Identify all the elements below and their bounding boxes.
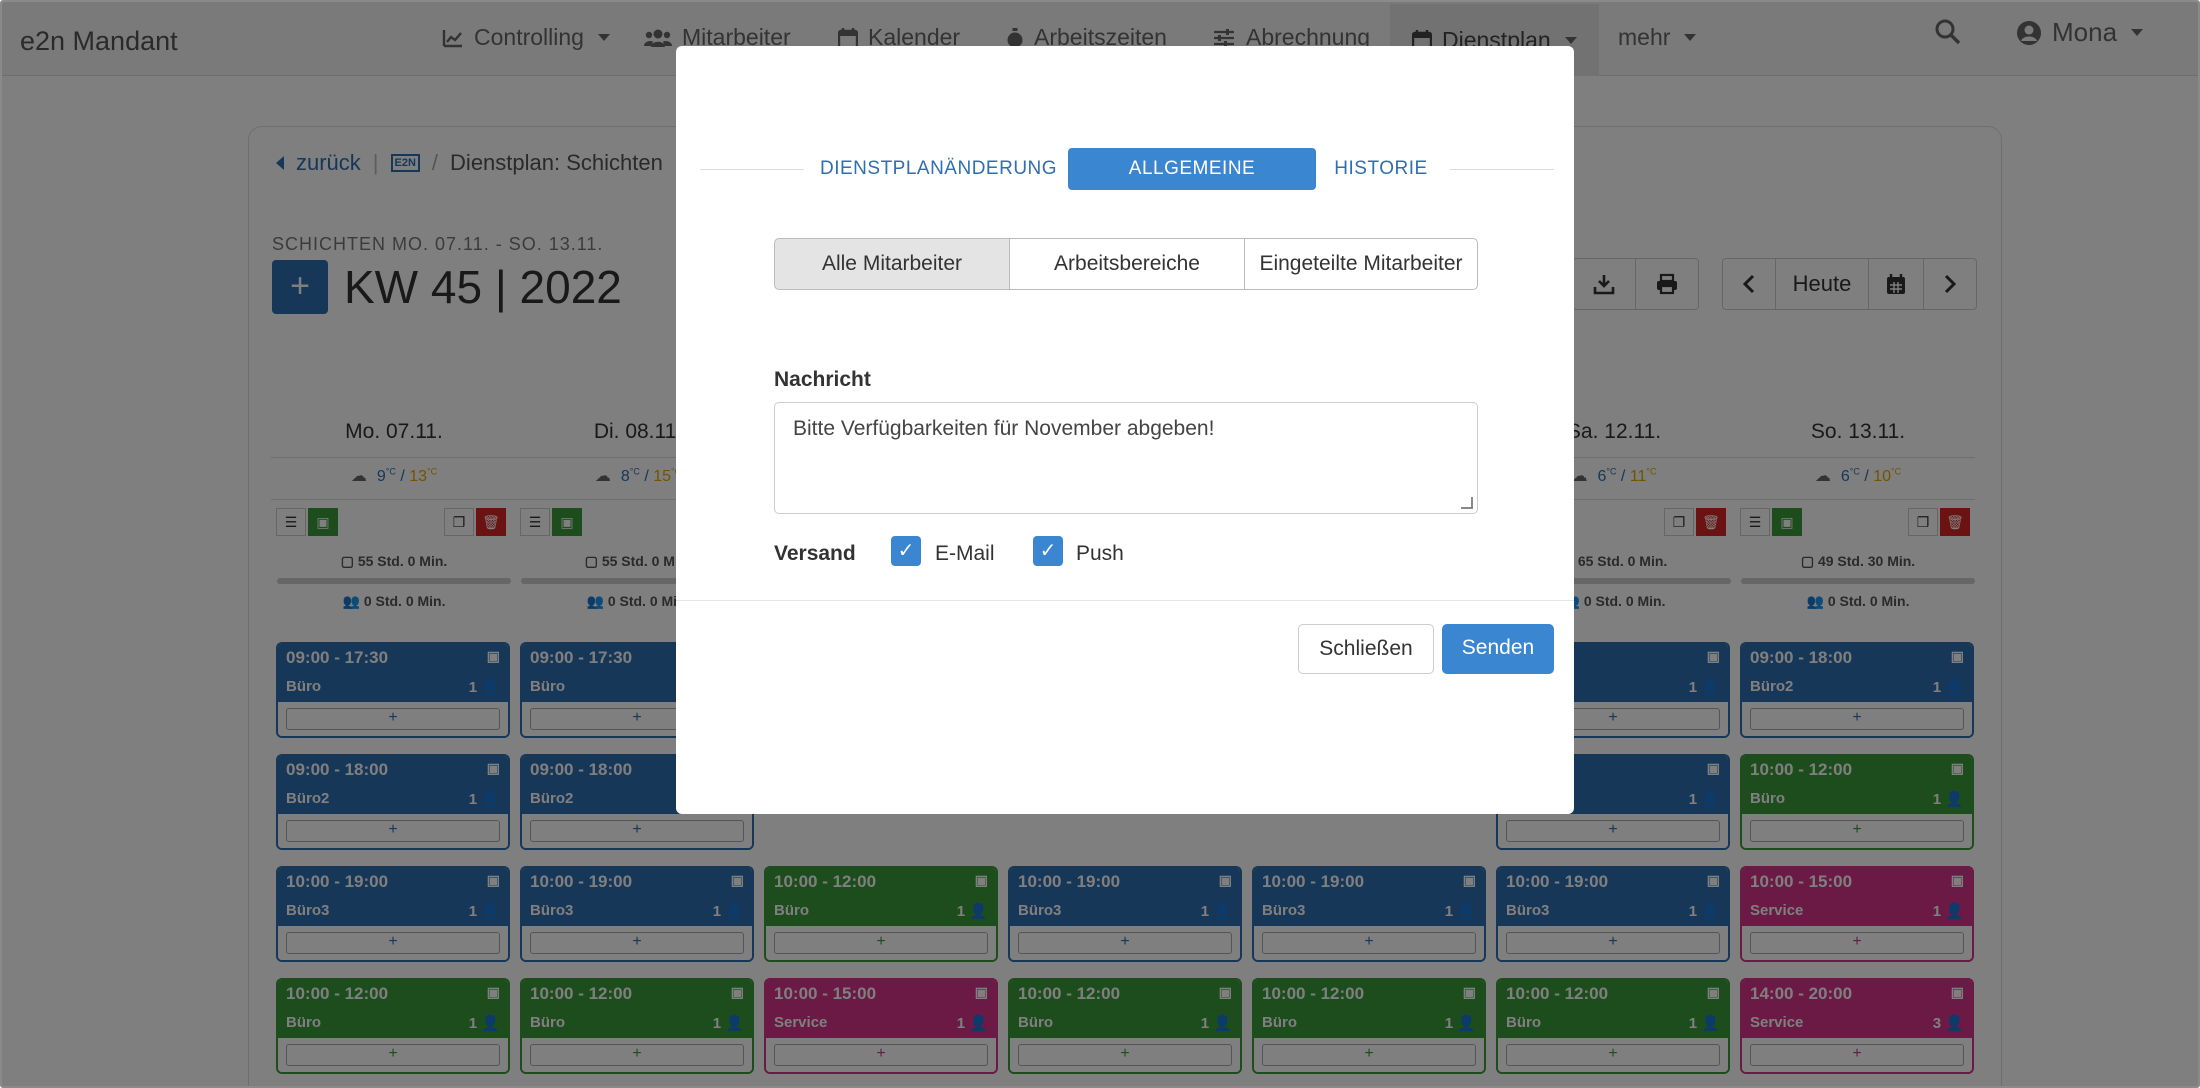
- segment-eingeteilte-mitarbeiter[interactable]: Eingeteilte Mitarbeiter: [1244, 238, 1478, 290]
- close-button[interactable]: Schließen: [1298, 624, 1434, 674]
- email-label[interactable]: E-Mail: [935, 542, 995, 566]
- segment-arbeitsbereiche[interactable]: Arbeitsbereiche: [1009, 238, 1245, 290]
- push-label[interactable]: Push: [1076, 542, 1124, 566]
- app-window: e2n Mandant Controlling Mitarbeiter Kale…: [0, 0, 2200, 1088]
- tab-dienstplanaenderung[interactable]: DIENSTPLANÄNDERUNG: [820, 148, 1057, 190]
- message-modal: DIENSTPLANÄNDERUNG ALLGEMEINE NACHRICHT …: [676, 46, 1574, 814]
- send-button[interactable]: Senden: [1442, 624, 1554, 674]
- resize-handle[interactable]: [1461, 497, 1473, 509]
- check-icon: ✓: [897, 540, 915, 562]
- tab-allgemeine-nachricht[interactable]: ALLGEMEINE NACHRICHT: [1068, 148, 1316, 221]
- check-icon: ✓: [1039, 540, 1057, 562]
- message-textarea[interactable]: Bitte Verfügbarkeiten für November abgeb…: [774, 402, 1478, 514]
- message-text: Bitte Verfügbarkeiten für November abgeb…: [793, 417, 1215, 440]
- modal-footer-divider: [676, 600, 1574, 601]
- tab-divider: [1450, 169, 1554, 170]
- segment-alle-mitarbeiter[interactable]: Alle Mitarbeiter: [774, 238, 1010, 290]
- tab-historie[interactable]: HISTORIE: [1326, 148, 1436, 190]
- push-checkbox[interactable]: ✓: [1033, 536, 1063, 566]
- message-label: Nachricht: [774, 368, 871, 391]
- email-checkbox[interactable]: ✓: [891, 536, 921, 566]
- tab-divider: [700, 169, 804, 170]
- versand-label: Versand: [774, 542, 856, 565]
